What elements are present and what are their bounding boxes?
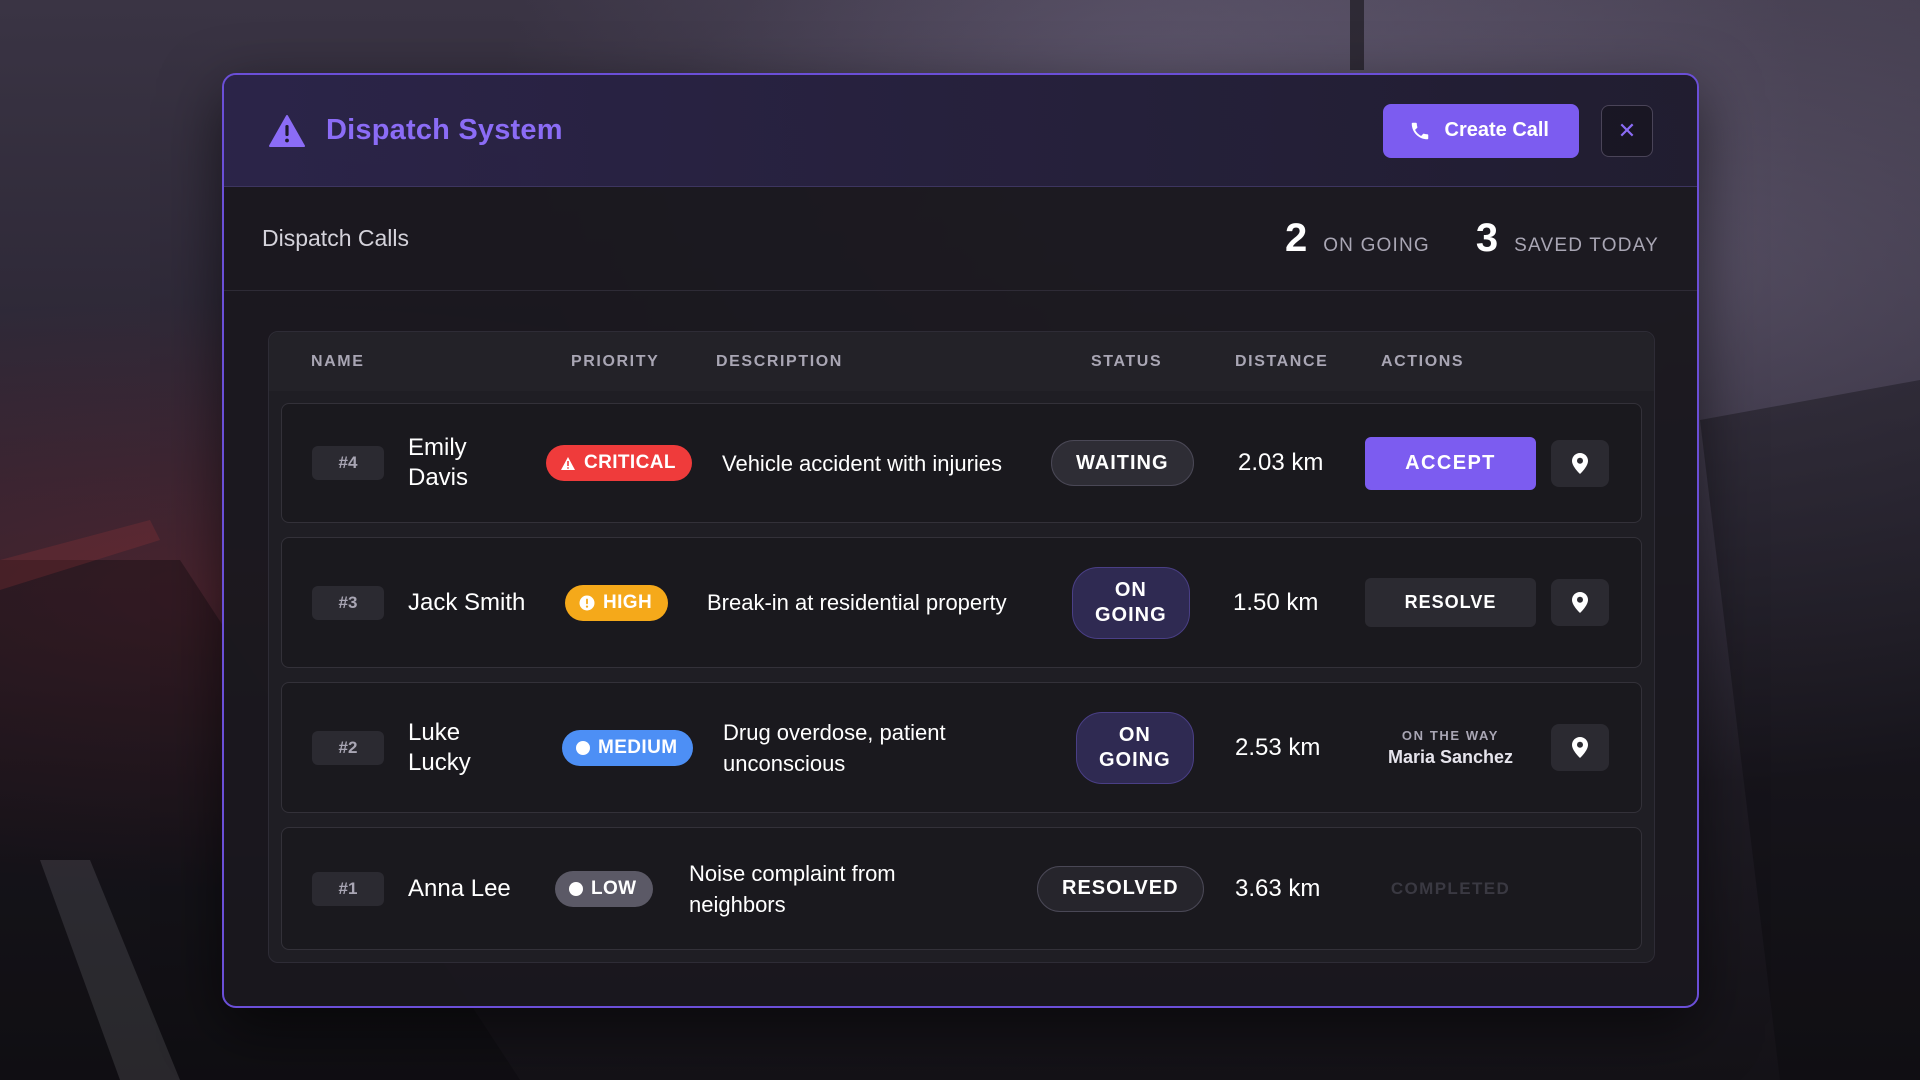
resolve-button[interactable]: RESOLVE xyxy=(1365,578,1536,627)
dot-icon xyxy=(576,740,590,755)
table-row: #1 Anna Lee LOW Noise complaint from nei… xyxy=(281,827,1642,950)
caller-name: Emily Davis xyxy=(408,433,468,493)
section-title: Dispatch Calls xyxy=(262,225,409,251)
call-description: Vehicle accident with injuries xyxy=(722,450,1003,476)
call-description: Noise complaint from neighbors xyxy=(689,858,896,920)
map-pin-icon xyxy=(1572,592,1588,613)
stat-value: 3 xyxy=(1475,216,1499,260)
map-pin-icon xyxy=(1572,452,1588,474)
call-id-badge: #4 xyxy=(312,446,384,480)
create-call-label: Create Call xyxy=(1444,119,1550,141)
priority-badge: LOW xyxy=(555,870,653,907)
table-header: NAME PRIORITY DESCRIPTION STATUS DISTANC… xyxy=(269,332,1654,391)
call-id-badge: #1 xyxy=(312,871,384,906)
status-line: GOING xyxy=(1095,603,1167,626)
distance-value: 2.03 km xyxy=(1238,449,1324,476)
locate-button[interactable] xyxy=(1551,724,1609,771)
stat-label: ON GOING xyxy=(1323,235,1430,256)
dispatch-panel: Dispatch System Create Call ✕ Dispatch C… xyxy=(222,73,1699,1008)
responder-info: ON THE WAY Maria Sanchez xyxy=(1365,728,1536,768)
stat-ongoing: 2 ON GOING xyxy=(1285,216,1430,261)
status-badge: WAITING xyxy=(1051,440,1194,486)
column-header-name: NAME xyxy=(311,352,365,370)
alert-circle-icon xyxy=(579,595,595,610)
dispatch-table: NAME PRIORITY DESCRIPTION STATUS DISTANC… xyxy=(268,331,1655,963)
priority-label: MEDIUM xyxy=(598,736,678,758)
table-row: #3 Jack Smith HIGH Break-in at residenti… xyxy=(281,537,1642,668)
caller-name: Luke Lucky xyxy=(408,718,471,778)
create-call-button[interactable]: Create Call xyxy=(1382,103,1579,158)
call-id-badge: #2 xyxy=(312,730,384,765)
priority-badge: MEDIUM xyxy=(562,729,694,766)
call-id-badge: #3 xyxy=(312,585,384,620)
description-line: Drug overdose, patient xyxy=(723,719,946,745)
locate-button[interactable] xyxy=(1551,579,1609,626)
column-header-actions: ACTIONS xyxy=(1381,352,1465,370)
warning-triangle-icon xyxy=(269,114,305,147)
caller-name-line: Lucky xyxy=(408,748,471,776)
responder-caption: ON THE WAY xyxy=(1401,727,1500,743)
close-button[interactable]: ✕ xyxy=(1601,104,1653,157)
caller-name-line: Emily xyxy=(408,434,467,461)
phone-icon xyxy=(1411,122,1428,139)
status-line: ON xyxy=(1118,723,1151,746)
caller-name: Anna Lee xyxy=(408,874,511,902)
call-description: Break-in at residential property xyxy=(707,590,1007,615)
caller-name-line: Davis xyxy=(408,464,469,491)
table-row: #2 Luke Lucky MEDIUM Drug overdose, pati… xyxy=(281,682,1642,813)
summary-bar: Dispatch Calls 2 ON GOING 3 SAVED TODAY xyxy=(224,187,1697,291)
column-header-distance: DISTANCE xyxy=(1235,352,1329,370)
table-row: #4 Emily Davis CRITICAL Vehicle accident… xyxy=(281,403,1642,523)
column-header-priority: PRIORITY xyxy=(571,352,660,370)
status-badge: RESOLVED xyxy=(1037,865,1204,912)
distance-value: 1.50 km xyxy=(1233,588,1319,616)
distance-value: 3.63 km xyxy=(1235,874,1321,902)
map-pin-icon xyxy=(1572,737,1588,758)
priority-badge: HIGH xyxy=(565,584,669,621)
column-header-description: DESCRIPTION xyxy=(716,352,843,370)
status-line: GOING xyxy=(1099,748,1171,771)
dot-icon xyxy=(569,881,583,896)
status-line: ON xyxy=(1114,578,1147,601)
caller-name: Jack Smith xyxy=(408,588,526,616)
stat-saved-today: 3 SAVED TODAY xyxy=(1476,216,1659,261)
locate-button[interactable] xyxy=(1551,439,1609,487)
caller-name-line: Luke xyxy=(408,718,461,746)
responder-name: Maria Sanchez xyxy=(1387,746,1514,767)
accept-button[interactable]: ACCEPT xyxy=(1365,436,1536,490)
column-header-status: STATUS xyxy=(1091,352,1163,370)
page-title: Dispatch System xyxy=(326,114,563,146)
description-line: Noise complaint from xyxy=(689,860,896,886)
description-line: neighbors xyxy=(689,891,786,917)
distance-value: 2.53 km xyxy=(1235,733,1321,761)
priority-label: HIGH xyxy=(603,591,653,613)
status-badge: ON GOING xyxy=(1076,711,1194,784)
warning-triangle-icon xyxy=(561,456,575,470)
priority-label: CRITICAL xyxy=(584,452,676,473)
stat-value: 2 xyxy=(1284,216,1308,260)
status-badge: ON GOING xyxy=(1072,566,1190,639)
priority-badge: CRITICAL xyxy=(546,445,692,481)
call-description: Drug overdose, patient unconscious xyxy=(723,717,946,779)
panel-header: Dispatch System Create Call ✕ xyxy=(224,75,1697,187)
priority-label: LOW xyxy=(591,877,637,899)
close-icon: ✕ xyxy=(1617,117,1637,143)
stat-label: SAVED TODAY xyxy=(1514,235,1659,256)
completed-label: COMPLETED xyxy=(1390,878,1511,898)
description-line: unconscious xyxy=(723,750,846,776)
